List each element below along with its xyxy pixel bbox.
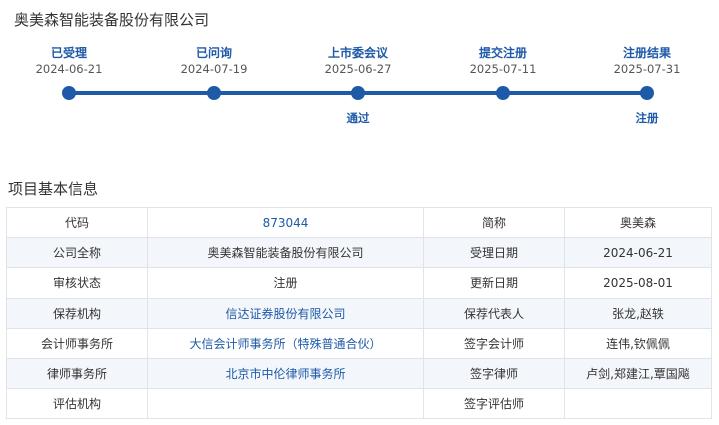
timeline-step-date: 2024-06-21 bbox=[35, 62, 103, 76]
stock-code-link[interactable]: 873044 bbox=[147, 206, 424, 239]
timeline-step-result: 注册 bbox=[635, 111, 659, 125]
field-label-short-name: 简称 bbox=[423, 206, 565, 239]
timeline-dot bbox=[640, 86, 654, 100]
table-row: 会计师事务所 大信会计师事务所（特殊普通合伙） 签字会计师 连伟,钦佩佩 bbox=[6, 327, 712, 359]
signing-appraiser-value bbox=[564, 388, 712, 420]
timeline-step-label: 提交注册 bbox=[478, 46, 527, 60]
timeline-step-label: 上市委会议 bbox=[327, 46, 388, 60]
field-label-accounting-firm: 会计师事务所 bbox=[6, 327, 148, 359]
sponsor-link[interactable]: 信达证券股份有限公司 bbox=[147, 297, 424, 329]
section-title: 项目基本信息 bbox=[8, 180, 99, 198]
appraisal-firm-value bbox=[147, 388, 424, 420]
full-name-value: 奥美森智能装备股份有限公司 bbox=[147, 237, 424, 269]
timeline-dot bbox=[351, 86, 365, 100]
sponsor-rep-value: 张龙,赵轶 bbox=[564, 297, 712, 329]
field-label-sponsor: 保荐机构 bbox=[6, 297, 148, 329]
timeline-step-label: 已受理 bbox=[50, 46, 87, 60]
signing-lawyer-value: 卢剑,郑建江,覃国飚 bbox=[564, 357, 712, 390]
timeline-step-date: 2024-07-19 bbox=[180, 62, 248, 76]
timeline-dot bbox=[496, 86, 510, 100]
field-label-sponsor-rep: 保荐代表人 bbox=[423, 297, 565, 329]
timeline-step-date: 2025-07-31 bbox=[613, 62, 681, 76]
table-row: 评估机构 签字评估师 bbox=[6, 388, 712, 420]
progress-timeline: 已受理 2024-06-21 已问询 2024-07-19 上市委会议 2025… bbox=[0, 0, 719, 130]
timeline-step-result: 通过 bbox=[346, 111, 370, 125]
timeline-dot bbox=[207, 86, 221, 100]
field-label-appraisal-firm: 评估机构 bbox=[6, 388, 148, 420]
timeline-step-label: 已问询 bbox=[195, 46, 232, 60]
table-row: 保荐机构 信达证券股份有限公司 保荐代表人 张龙,赵轶 bbox=[6, 297, 712, 329]
field-label-review-status: 审核状态 bbox=[6, 267, 148, 299]
review-status-value: 注册 bbox=[147, 267, 424, 299]
timeline-dot bbox=[62, 86, 76, 100]
field-label-signing-lawyer: 签字律师 bbox=[423, 357, 565, 390]
accounting-firm-link[interactable]: 大信会计师事务所（特殊普通合伙） bbox=[147, 327, 424, 359]
table-row: 律师事务所 北京市中伦律师事务所 签字律师 卢剑,郑建江,覃国飚 bbox=[6, 357, 712, 390]
field-label-signing-appraiser: 签字评估师 bbox=[423, 388, 565, 420]
field-label-code: 代码 bbox=[6, 206, 148, 239]
law-firm-link[interactable]: 北京市中伦律师事务所 bbox=[147, 357, 424, 390]
update-date-value: 2025-08-01 bbox=[564, 267, 712, 299]
project-info-table: 代码 873044 简称 奥美森 公司全称 奥美森智能装备股份有限公司 受理日期… bbox=[6, 206, 712, 420]
signing-accountant-value: 连伟,钦佩佩 bbox=[564, 327, 712, 359]
field-label-update-date: 更新日期 bbox=[423, 267, 565, 299]
timeline-step-date: 2025-06-27 bbox=[324, 62, 392, 76]
field-label-accept-date: 受理日期 bbox=[423, 237, 565, 269]
accept-date-value: 2024-06-21 bbox=[564, 237, 712, 269]
field-label-signing-accountant: 签字会计师 bbox=[423, 327, 565, 359]
short-name-value: 奥美森 bbox=[564, 206, 712, 239]
field-label-law-firm: 律师事务所 bbox=[6, 357, 148, 390]
table-row: 公司全称 奥美森智能装备股份有限公司 受理日期 2024-06-21 bbox=[6, 237, 712, 269]
field-label-full-name: 公司全称 bbox=[6, 237, 148, 269]
timeline-step-label: 注册结果 bbox=[622, 46, 671, 60]
table-row: 审核状态 注册 更新日期 2025-08-01 bbox=[6, 267, 712, 299]
timeline-step-date: 2025-07-11 bbox=[469, 62, 537, 76]
table-row: 代码 873044 简称 奥美森 bbox=[6, 206, 712, 239]
